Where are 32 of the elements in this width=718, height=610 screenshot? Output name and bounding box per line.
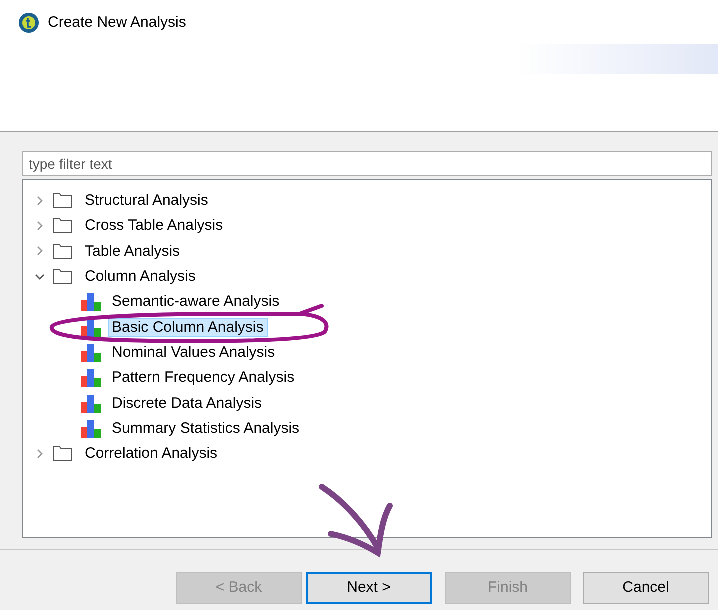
folder-icon bbox=[53, 446, 72, 462]
bar-chart-icon bbox=[81, 342, 101, 362]
next-button[interactable]: Next > bbox=[306, 572, 432, 604]
tree-item[interactable]: Summary Statistics Analysis bbox=[108, 418, 304, 438]
tree-item[interactable]: Structural Analysis bbox=[81, 191, 212, 210]
bar-chart-icon bbox=[81, 318, 101, 337]
window-title: Create New Analysis bbox=[48, 13, 186, 33]
expand-chevron-icon[interactable] bbox=[35, 196, 45, 206]
tree-item[interactable]: Pattern Frequency Analysis bbox=[108, 368, 299, 388]
expand-chevron-icon[interactable] bbox=[35, 246, 45, 256]
bar-chart-icon bbox=[81, 368, 101, 388]
bar-chart-icon bbox=[81, 292, 101, 312]
bar-chart-icon bbox=[81, 394, 101, 413]
tree-item[interactable]: Correlation Analysis bbox=[81, 444, 222, 464]
expand-chevron-icon[interactable] bbox=[35, 448, 45, 459]
tree-item[interactable]: Discrete Data Analysis bbox=[108, 394, 266, 413]
tree-item[interactable]: Column Analysis bbox=[81, 267, 200, 286]
app-logo-icon bbox=[18, 12, 40, 34]
folder-icon bbox=[53, 193, 72, 208]
cancel-button[interactable]: Cancel bbox=[583, 572, 709, 604]
bar-chart-icon bbox=[81, 418, 101, 438]
folder-icon bbox=[53, 218, 72, 234]
tree-item[interactable]: Cross Table Analysis bbox=[81, 216, 228, 236]
tree-item[interactable]: Basic Column Analysis bbox=[108, 318, 268, 337]
collapse-chevron-icon[interactable] bbox=[35, 272, 45, 282]
expand-chevron-icon[interactable] bbox=[35, 220, 45, 231]
folder-icon bbox=[53, 244, 72, 259]
tree-item[interactable]: Table Analysis bbox=[81, 242, 184, 261]
tree-item[interactable]: Semantic-aware Analysis bbox=[108, 292, 284, 312]
filter-field[interactable]: type filter text bbox=[22, 151, 712, 176]
folder-icon bbox=[53, 269, 72, 284]
tree-item[interactable]: Nominal Values Analysis bbox=[108, 342, 280, 362]
